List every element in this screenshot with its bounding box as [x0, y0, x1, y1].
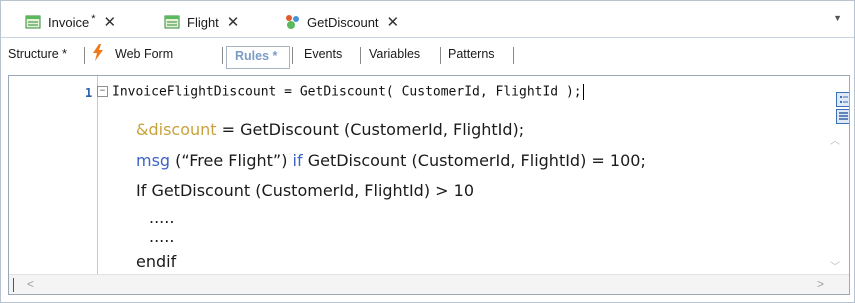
close-icon[interactable]: ✕: [387, 13, 400, 31]
scrollbar-grip[interactable]: [13, 278, 14, 292]
divider: [84, 47, 85, 64]
variable-token: &discount: [136, 120, 217, 139]
tab-patterns[interactable]: Patterns: [448, 47, 495, 61]
chevron-down-icon[interactable]: ▼: [833, 13, 842, 23]
code-line-endif: endif: [136, 252, 177, 271]
procedure-icon: [284, 14, 300, 30]
modified-indicator: *: [91, 13, 96, 25]
tab-rules[interactable]: Rules *: [226, 46, 290, 69]
tab-rules-label: Rules *: [235, 49, 278, 63]
keyword-token: if: [292, 151, 303, 170]
tab-events[interactable]: Events: [304, 47, 342, 61]
tab-invoice-label: Invoice: [48, 14, 90, 30]
horizontal-scrollbar[interactable]: < >: [9, 274, 849, 294]
rules-code-editor[interactable]: 1 − InvoiceFlightDiscount = GetDiscount(…: [8, 75, 850, 295]
outline-icon[interactable]: [836, 92, 849, 107]
code-line-ellipsis: .....: [149, 208, 175, 227]
scroll-left-icon[interactable]: <: [27, 277, 34, 291]
object-part-toolbar: Structure * Web Form Events Variables Pa…: [1, 38, 854, 71]
tab-web-form[interactable]: Web Form: [115, 47, 173, 61]
code-line-1[interactable]: InvoiceFlightDiscount = GetDiscount( Cus…: [112, 84, 584, 100]
tab-structure[interactable]: Structure *: [8, 47, 67, 61]
scroll-right-icon[interactable]: >: [817, 277, 824, 291]
active-tab-indicator: [17, 34, 139, 37]
keyword-token: msg: [136, 151, 171, 170]
tab-flight[interactable]: Flight ✕: [164, 9, 239, 35]
close-icon[interactable]: ✕: [103, 13, 116, 31]
divider: [440, 47, 441, 64]
tab-flight-label: Flight: [187, 14, 219, 30]
code-line-msg: msg (“Free Flight”) if GetDiscount (Cust…: [136, 151, 646, 170]
scroll-down-icon[interactable]: ﹀: [830, 258, 840, 273]
scroll-up-icon[interactable]: ︿: [830, 132, 840, 147]
tab-invoice[interactable]: Invoice * ✕: [25, 9, 116, 35]
format-icon[interactable]: [836, 109, 849, 124]
code-line-discount: &discount = GetDiscount (CustomerId, Fli…: [136, 120, 525, 139]
divider: [292, 47, 293, 64]
text-cursor: [582, 84, 584, 100]
document-tab-strip: Invoice * ✕ Flight ✕ GetDiscount ✕ ▼: [1, 1, 854, 38]
lightning-icon: [92, 44, 104, 64]
close-icon[interactable]: ✕: [227, 13, 240, 31]
divider: [513, 47, 514, 64]
tab-variables[interactable]: Variables: [369, 47, 420, 61]
tab-getdiscount[interactable]: GetDiscount ✕: [284, 9, 399, 35]
transaction-icon: [164, 14, 180, 30]
tab-getdiscount-label: GetDiscount: [307, 14, 379, 30]
invoice-object-icon: [25, 14, 41, 30]
editor-window: Invoice * ✕ Flight ✕ GetDiscount ✕ ▼ Str…: [0, 0, 855, 303]
collapse-icon[interactable]: −: [97, 86, 108, 97]
gutter-divider: [97, 76, 98, 274]
code-line-ellipsis: .....: [149, 227, 175, 246]
code-line-if: If GetDiscount (CustomerId, FlightId) > …: [136, 181, 475, 200]
line-number: 1: [85, 86, 93, 100]
divider: [360, 47, 361, 64]
divider: [222, 47, 223, 64]
